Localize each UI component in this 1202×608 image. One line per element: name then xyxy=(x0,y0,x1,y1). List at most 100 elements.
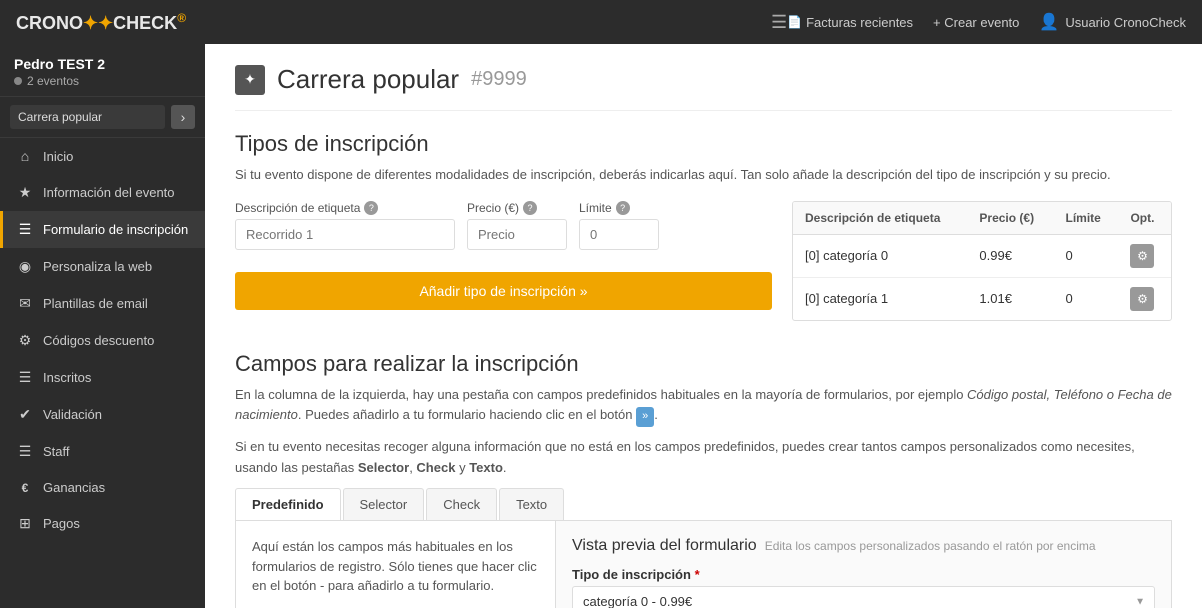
sidebar-item-inicio[interactable]: ⌂ Inicio xyxy=(0,138,205,174)
main-content: ✦ Carrera popular #9999 Tipos de inscrip… xyxy=(205,44,1202,608)
inscripcion-desc: Si tu evento dispone de diferentes modal… xyxy=(235,165,1172,185)
sidebar-item-inscritos[interactable]: ☰ Inscritos xyxy=(0,359,205,396)
col-limit-header: Límite xyxy=(1054,202,1119,235)
events-dot xyxy=(14,77,22,85)
row-price: 1.01€ xyxy=(967,277,1053,320)
sidebar-item-personaliza[interactable]: ◉ Personaliza la web xyxy=(0,248,205,285)
check-icon: ✔ xyxy=(17,406,33,423)
row-gear-btn[interactable]: ⚙ xyxy=(1130,287,1154,311)
gear-icon: ⚙ xyxy=(17,332,33,349)
event-selector[interactable]: Carrera popular xyxy=(10,105,165,129)
field-limit-input[interactable] xyxy=(579,219,659,250)
campos-title: Campos para realizar la inscripción xyxy=(235,351,1172,377)
form-preview-hint: Edita los campos personalizados pasando … xyxy=(765,539,1096,553)
form-preview-field: Tipo de inscripción * categoría 0 - 0.99… xyxy=(572,567,1155,608)
page-title: Carrera popular xyxy=(277,64,459,95)
field-desc-label: Descripción de etiqueta ? xyxy=(235,201,455,215)
layout: Pedro TEST 2 2 eventos Carrera popular ›… xyxy=(0,44,1202,608)
tab-predefinido[interactable]: Predefinido xyxy=(235,488,341,520)
home-icon: ⌂ xyxy=(17,148,33,164)
email-icon: ✉ xyxy=(17,295,33,312)
inscripcion-left: Descripción de etiqueta ? Precio (€) ? xyxy=(235,201,772,310)
inscripcion-table-card: Descripción de etiqueta Precio (€) Límit… xyxy=(792,201,1172,321)
euro-icon: € xyxy=(17,481,33,495)
sidebar-item-codigos[interactable]: ⚙ Códigos descuento xyxy=(0,322,205,359)
col-price-header: Precio (€) xyxy=(967,202,1053,235)
inscripcion-title: Tipos de inscripción xyxy=(235,131,1172,157)
header-right: 📄 Facturas recientes + Crear evento 👤 Us… xyxy=(787,12,1186,32)
staff-icon: ☰ xyxy=(17,443,33,460)
row-opt: ⚙ xyxy=(1118,234,1171,277)
sidebar-item-ganancias[interactable]: € Ganancias xyxy=(0,470,205,505)
crear-evento-btn[interactable]: + Crear evento xyxy=(933,15,1019,30)
form-field-label: Tipo de inscripción * xyxy=(572,567,1155,582)
campos-tabs: Predefinido Selector Check Texto xyxy=(235,488,1172,521)
star-icon: ★ xyxy=(17,184,33,201)
list-icon: ☰ xyxy=(17,221,33,238)
arrow-btn: » xyxy=(636,407,654,427)
tab-texto[interactable]: Texto xyxy=(499,488,564,520)
user-menu[interactable]: 👤 Usuario CronoCheck xyxy=(1039,12,1186,32)
hamburger-icon[interactable]: ☰ xyxy=(771,12,787,33)
form-preview-title: Vista previa del formulario Edita los ca… xyxy=(572,537,1155,555)
user-icon: 👤 xyxy=(1039,12,1059,32)
sidebar-item-informacion[interactable]: ★ Información del evento xyxy=(0,174,205,211)
field-price-group: Precio (€) ? xyxy=(467,201,567,250)
field-price-label: Precio (€) ? xyxy=(467,201,567,215)
field-limit-group: Límite ? xyxy=(579,201,659,250)
row-price: 0.99€ xyxy=(967,234,1053,277)
sidebar-nav: ⌂ Inicio ★ Información del evento ☰ Form… xyxy=(0,138,205,608)
limit-help-icon[interactable]: ? xyxy=(616,201,630,215)
add-inscripcion-btn[interactable]: Añadir tipo de inscripción » xyxy=(235,272,772,310)
sidebar-item-pagos[interactable]: ⊞ Pagos xyxy=(0,505,205,542)
tab-check[interactable]: Check xyxy=(426,488,497,520)
sidebar-username: Pedro TEST 2 xyxy=(14,56,191,72)
price-help-icon[interactable]: ? xyxy=(523,201,537,215)
page-header-icon: ✦ xyxy=(235,65,265,95)
page-id: #9999 xyxy=(471,68,527,91)
form-select-wrapper: categoría 0 - 0.99€ categoría 1 - 1.01€ xyxy=(572,586,1155,608)
campos-layout: Aquí están los campos más habituales en … xyxy=(235,521,1172,608)
tab-selector[interactable]: Selector xyxy=(343,488,425,520)
sidebar-user: Pedro TEST 2 2 eventos xyxy=(0,44,205,97)
row-opt: ⚙ xyxy=(1118,277,1171,320)
row-desc: [0] categoría 0 xyxy=(793,234,967,277)
field-desc-group: Descripción de etiqueta ? xyxy=(235,201,455,250)
sidebar-item-staff[interactable]: ☰ Staff xyxy=(0,433,205,470)
facturas-link[interactable]: 📄 Facturas recientes xyxy=(787,15,913,30)
page-content: ✦ Carrera popular #9999 Tipos de inscrip… xyxy=(205,44,1202,608)
pagos-icon: ⊞ xyxy=(17,515,33,532)
desc-help-icon[interactable]: ? xyxy=(364,201,378,215)
table-row: [0] categoría 0 0.99€ 0 ⚙ xyxy=(793,234,1171,277)
file-icon: 📄 xyxy=(787,15,802,29)
sidebar-nav-arrow[interactable]: › xyxy=(171,105,195,129)
col-opt-header: Opt. xyxy=(1118,202,1171,235)
row-gear-btn[interactable]: ⚙ xyxy=(1130,244,1154,268)
sidebar-item-plantillas[interactable]: ✉ Plantillas de email xyxy=(0,285,205,322)
page-header: ✦ Carrera popular #9999 xyxy=(235,64,1172,111)
field-price-input[interactable] xyxy=(467,219,567,250)
field-desc-input[interactable] xyxy=(235,219,455,250)
sidebar: Pedro TEST 2 2 eventos Carrera popular ›… xyxy=(0,44,205,608)
row-limit: 0 xyxy=(1054,277,1119,320)
header: CRONO✦✦CHECK® ☰ 📄 Facturas recientes + C… xyxy=(0,0,1202,44)
tipo-inscripcion-select[interactable]: categoría 0 - 0.99€ categoría 1 - 1.01€ xyxy=(572,586,1155,608)
sidebar-item-validacion[interactable]: ✔ Validación xyxy=(0,396,205,433)
sidebar-item-formulario[interactable]: ☰ Formulario de inscripción xyxy=(0,211,205,248)
table-row: [0] categoría 1 1.01€ 0 ⚙ xyxy=(793,277,1171,320)
inscripcion-section: Tipos de inscripción Si tu evento dispon… xyxy=(235,131,1172,321)
row-limit: 0 xyxy=(1054,234,1119,277)
inscritos-icon: ☰ xyxy=(17,369,33,386)
row-desc: [0] categoría 1 xyxy=(793,277,967,320)
field-limit-label: Límite ? xyxy=(579,201,659,215)
inscripcion-form: Descripción de etiqueta ? Precio (€) ? xyxy=(235,201,772,250)
logo-text: CRONO✦✦CHECK® xyxy=(16,11,186,34)
sidebar-events: 2 eventos xyxy=(14,74,191,88)
inscripcion-right: Descripción de etiqueta Precio (€) Límit… xyxy=(792,201,1172,321)
campos-section: Campos para realizar la inscripción En l… xyxy=(235,351,1172,608)
circle-icon: ◉ xyxy=(17,258,33,275)
campos-desc1: En la columna de la izquierda, hay una p… xyxy=(235,385,1172,427)
sidebar-selector: Carrera popular › xyxy=(0,97,205,138)
inscripcion-layout: Descripción de etiqueta ? Precio (€) ? xyxy=(235,201,1172,321)
campos-tab-content: Aquí están los campos más habituales en … xyxy=(252,537,539,596)
